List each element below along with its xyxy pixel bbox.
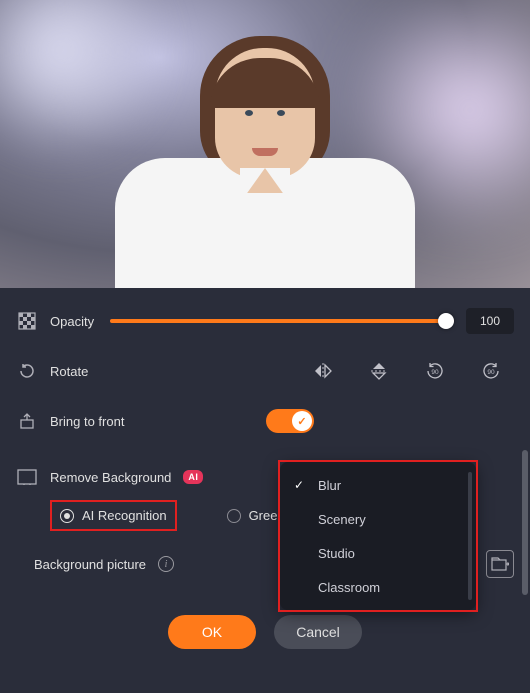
bring-to-front-toggle[interactable]: ✓ xyxy=(266,409,314,433)
bring-to-front-label: Bring to front xyxy=(50,414,124,429)
opacity-slider-thumb[interactable] xyxy=(438,313,454,329)
dropdown-item-blur[interactable]: ✓ Blur xyxy=(280,468,476,502)
rotate-label: Rotate xyxy=(50,364,88,379)
ai-badge: AI xyxy=(183,470,203,484)
cancel-button[interactable]: Cancel xyxy=(274,615,362,649)
flip-vertical-button[interactable] xyxy=(366,358,392,384)
opacity-slider[interactable] xyxy=(110,319,454,323)
dropdown-item-studio[interactable]: Studio xyxy=(280,536,476,570)
rotate-ccw-button[interactable]: 90 xyxy=(422,358,448,384)
panel-scrollbar[interactable] xyxy=(522,295,528,689)
ai-recognition-label: AI Recognition xyxy=(82,508,167,523)
dropdown-item-classroom[interactable]: Classroom xyxy=(280,570,476,604)
ok-button[interactable]: OK xyxy=(168,615,256,649)
scrollbar-thumb[interactable] xyxy=(522,450,528,595)
remove-background-icon xyxy=(16,469,38,485)
browse-folder-button[interactable] xyxy=(486,550,514,578)
dropdown-item-scenery[interactable]: Scenery xyxy=(280,502,476,536)
preview-image xyxy=(0,0,530,288)
green-screen-radio[interactable]: Green xyxy=(227,508,285,523)
check-icon: ✓ xyxy=(292,411,312,431)
bring-to-front-icon xyxy=(16,412,38,430)
check-icon: ✓ xyxy=(294,478,308,492)
info-icon[interactable]: i xyxy=(158,556,174,572)
opacity-value[interactable]: 100 xyxy=(466,308,514,334)
opacity-icon xyxy=(16,312,38,330)
dropdown-scrollbar[interactable] xyxy=(468,472,472,600)
rotate-row: Rotate 90 90 xyxy=(16,346,514,396)
remove-background-label: Remove Background xyxy=(50,470,171,485)
rotate-cw-button[interactable]: 90 xyxy=(478,358,504,384)
svg-text:90: 90 xyxy=(487,369,495,376)
bring-to-front-row: Bring to front ✓ xyxy=(16,396,514,446)
svg-text:90: 90 xyxy=(431,369,439,376)
background-dropdown: ✓ Blur Scenery Studio Classroom xyxy=(280,462,476,610)
opacity-row: Opacity 100 xyxy=(16,296,514,346)
background-picture-label: Background picture xyxy=(34,557,146,572)
flip-horizontal-button[interactable] xyxy=(310,358,336,384)
rotate-icon xyxy=(16,362,38,380)
ai-recognition-radio[interactable]: AI Recognition xyxy=(60,508,167,523)
opacity-label: Opacity xyxy=(50,314,94,329)
